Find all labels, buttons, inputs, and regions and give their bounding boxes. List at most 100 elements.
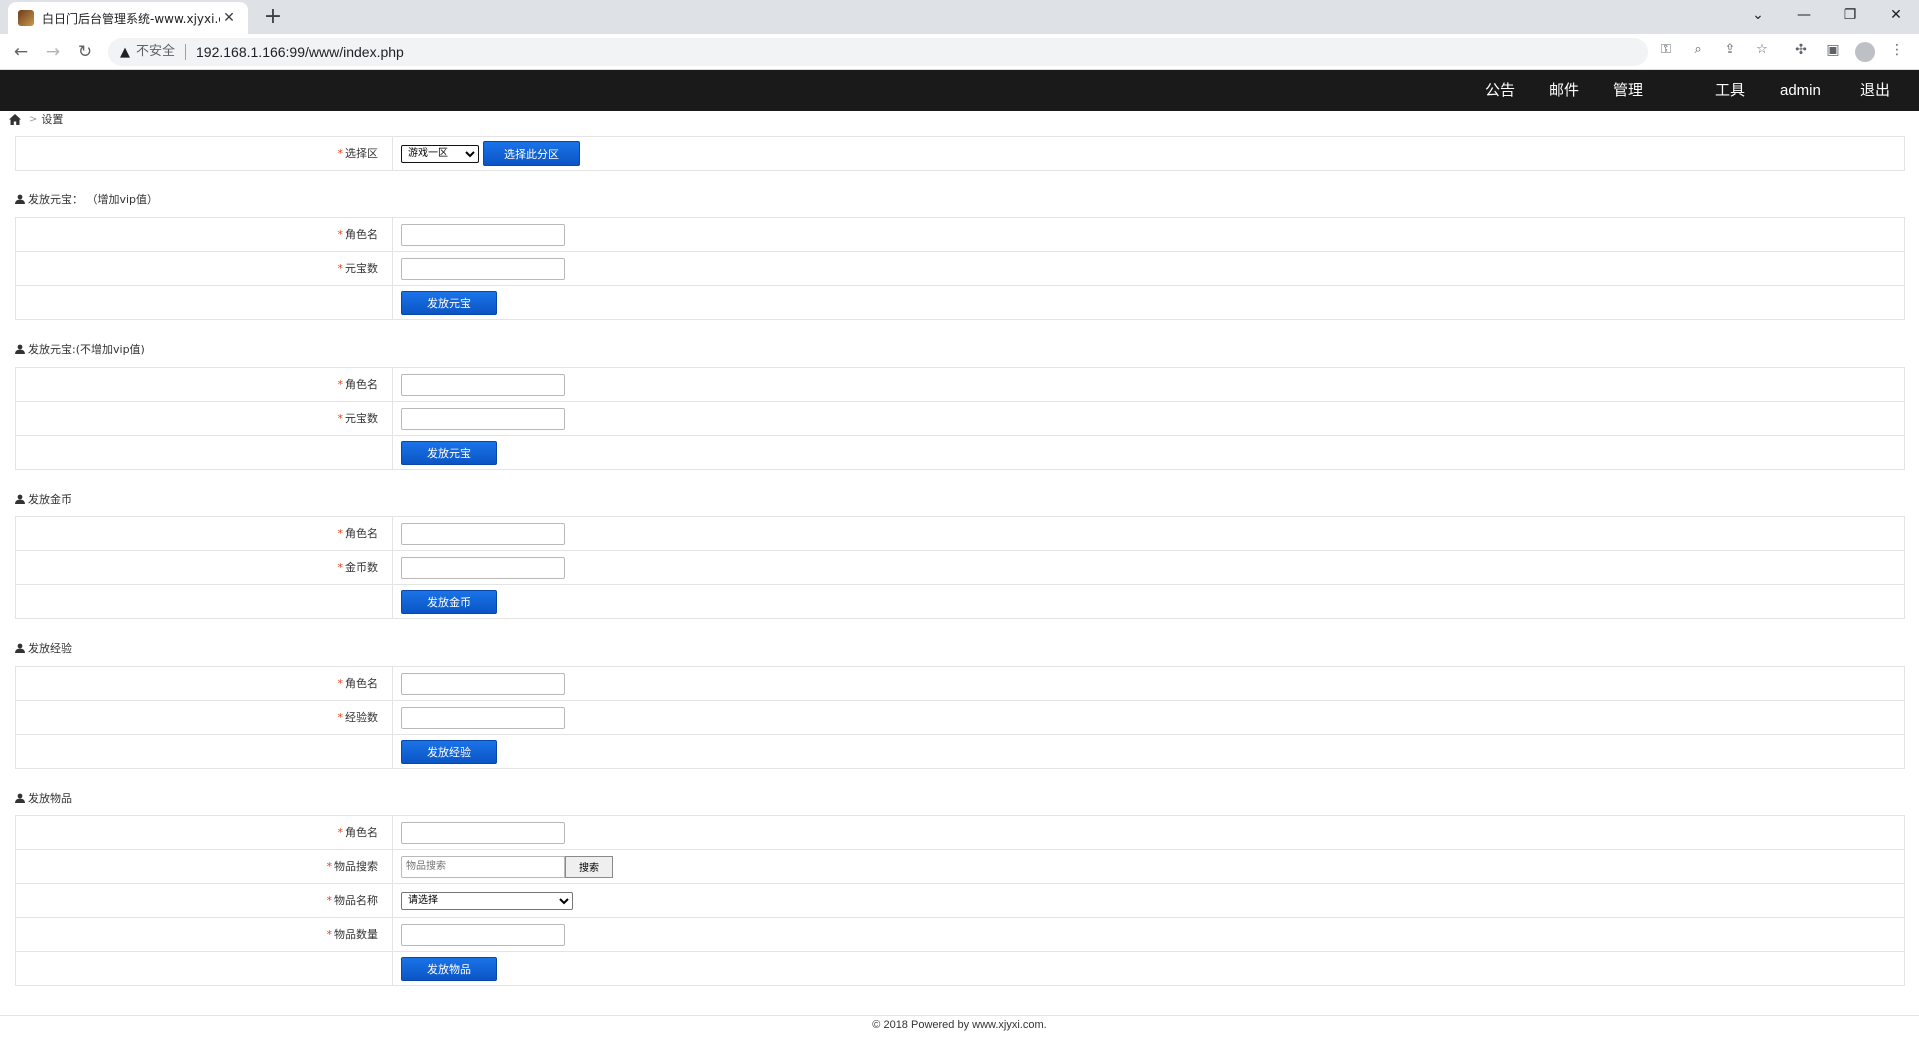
forward-icon[interactable]: → xyxy=(41,40,65,64)
section-title-yuanbao-novip: 发放元宝:(不增加vip值) xyxy=(15,341,145,357)
form-row: 发放物品 xyxy=(16,951,1904,986)
item-search-input[interactable] xyxy=(401,855,565,878)
yuanbao-amount-input[interactable] xyxy=(401,257,565,280)
field-label: 经验数 xyxy=(345,710,378,724)
required-mark: * xyxy=(337,825,344,839)
profile-avatar-icon[interactable] xyxy=(1855,42,1875,62)
field-label: 元宝数 xyxy=(345,261,378,275)
form-row: * 经验数 xyxy=(16,700,1904,735)
role-name-input[interactable] xyxy=(401,373,565,396)
key-icon[interactable]: ⚿ xyxy=(1656,42,1676,57)
address-bar[interactable]: ▲ 不安全 192.168.1.166:99/www/index.php xyxy=(108,38,1648,66)
item-name-select[interactable]: 请选择 xyxy=(401,891,573,910)
section-title-text: 发放元宝:(不增加vip值) xyxy=(28,343,145,356)
zone-select[interactable]: 游戏一区 xyxy=(401,144,479,163)
minimize-icon[interactable]: — xyxy=(1781,0,1827,30)
nav-mail[interactable]: 邮件 xyxy=(1549,70,1579,111)
warning-icon: ▲ xyxy=(120,44,130,60)
required-mark: * xyxy=(337,411,344,425)
field-label: 物品数量 xyxy=(334,927,378,941)
yuanbao-amount-input[interactable] xyxy=(401,407,565,430)
section-title-item: 发放物品 xyxy=(15,790,72,806)
required-mark: * xyxy=(337,710,344,724)
yuanbao-novip-form: * 角色名 * 元宝数 发放元宝 xyxy=(15,367,1905,470)
url-text[interactable]: 192.168.1.166:99/www/index.php xyxy=(196,44,404,60)
form-row: * 角色名 xyxy=(16,367,1904,402)
required-mark: * xyxy=(337,560,344,574)
item-quantity-input[interactable] xyxy=(401,923,565,946)
tab-close-icon[interactable]: ✕ xyxy=(220,10,238,26)
user-icon xyxy=(15,194,25,204)
nav-user-admin[interactable]: admin xyxy=(1780,70,1821,111)
bookmark-star-icon[interactable]: ☆ xyxy=(1752,42,1772,57)
nav-announcement[interactable]: 公告 xyxy=(1485,70,1515,111)
menu-kebab-icon[interactable]: ⋮ xyxy=(1886,42,1908,58)
share-icon[interactable]: ⇪ xyxy=(1720,42,1740,57)
section-title-exp: 发放经验 xyxy=(15,640,72,656)
zoom-icon[interactable]: ⌕ xyxy=(1688,42,1708,57)
form-row: 发放元宝 xyxy=(16,435,1904,470)
browser-toolbar: ← → ↻ ▲ 不安全 192.168.1.166:99/www/index.p… xyxy=(0,34,1919,70)
required-mark: * xyxy=(337,676,344,690)
user-icon xyxy=(15,793,25,803)
grant-yuanbao-novip-button[interactable]: 发放元宝 xyxy=(401,440,497,465)
required-mark: * xyxy=(337,146,344,160)
site-favicon-icon xyxy=(18,10,34,26)
security-label[interactable]: 不安全 xyxy=(136,44,187,60)
home-icon[interactable] xyxy=(9,113,21,125)
grant-yuanbao-vip-button[interactable]: 发放元宝 xyxy=(401,290,497,315)
role-name-input[interactable] xyxy=(401,522,565,545)
form-row: 发放经验 xyxy=(16,734,1904,769)
form-row: * 元宝数 xyxy=(16,251,1904,286)
field-label: 角色名 xyxy=(345,377,378,391)
zone-row: * 选择区 游戏一区 选择此分区 xyxy=(16,136,1904,171)
required-mark: * xyxy=(326,859,333,873)
exp-amount-input[interactable] xyxy=(401,706,565,729)
form-row: *物品搜索 搜索 xyxy=(16,849,1904,884)
user-icon xyxy=(15,344,25,354)
section-title-yuanbao-vip: 发放元宝： （增加vip值） xyxy=(15,191,158,207)
field-label: 角色名 xyxy=(345,825,378,839)
back-icon[interactable]: ← xyxy=(9,40,33,64)
footer-text: © 2018 Powered by www.xjyxi.com. xyxy=(872,1019,1047,1031)
side-panel-icon[interactable]: ▣ xyxy=(1822,42,1844,58)
form-row: * 元宝数 xyxy=(16,401,1904,436)
extensions-icon[interactable]: ✣ xyxy=(1790,42,1812,58)
nav-manage[interactable]: 管理 xyxy=(1613,70,1643,111)
browser-tabstrip: 白日门后台管理系统-www.xjyxi.com ✕ + ⌄ — ❐ ✕ xyxy=(0,0,1919,34)
tab-title: 白日门后台管理系统-www.xjyxi.com xyxy=(42,11,220,26)
field-label: 金币数 xyxy=(345,560,378,574)
form-row: * 物品名称 请选择 xyxy=(16,883,1904,918)
nav-logout[interactable]: 退出 xyxy=(1860,70,1890,111)
role-name-input[interactable] xyxy=(401,672,565,695)
grant-item-button[interactable]: 发放物品 xyxy=(401,956,497,981)
yuanbao-vip-form: * 角色名 * 元宝数 发放元宝 xyxy=(15,217,1905,320)
browser-tab[interactable]: 白日门后台管理系统-www.xjyxi.com ✕ xyxy=(8,2,248,34)
field-label: 角色名 xyxy=(345,676,378,690)
tab-search-icon[interactable]: ⌄ xyxy=(1735,0,1781,30)
new-tab-button[interactable]: + xyxy=(260,4,286,30)
app-top-nav: 公告 邮件 管理 工具 admin 退出 xyxy=(0,70,1919,111)
zone-label: 选择区 xyxy=(345,146,378,160)
nav-tools[interactable]: 工具 xyxy=(1715,70,1745,111)
item-search-button[interactable]: 搜索 xyxy=(565,855,613,878)
section-title-text: 发放金币 xyxy=(28,493,72,506)
role-name-input[interactable] xyxy=(401,223,565,246)
section-title-gold: 发放金币 xyxy=(15,491,72,507)
breadcrumb-current: 设置 xyxy=(41,113,64,126)
field-label: 角色名 xyxy=(345,227,378,241)
gold-amount-input[interactable] xyxy=(401,556,565,579)
required-mark: * xyxy=(326,927,333,941)
form-row: * 角色名 xyxy=(16,666,1904,701)
select-zone-button[interactable]: 选择此分区 xyxy=(483,141,580,166)
window-close-icon[interactable]: ✕ xyxy=(1873,0,1919,30)
section-title-text: 发放经验 xyxy=(28,642,72,655)
role-name-input[interactable] xyxy=(401,821,565,844)
breadcrumb: > 设置 xyxy=(9,111,63,127)
grant-gold-button[interactable]: 发放金币 xyxy=(401,589,497,614)
grant-exp-button[interactable]: 发放经验 xyxy=(401,739,497,764)
restore-icon[interactable]: ❐ xyxy=(1827,0,1873,30)
form-row: * 金币数 xyxy=(16,550,1904,585)
form-row: * 角色名 xyxy=(16,815,1904,850)
reload-icon[interactable]: ↻ xyxy=(73,40,97,64)
